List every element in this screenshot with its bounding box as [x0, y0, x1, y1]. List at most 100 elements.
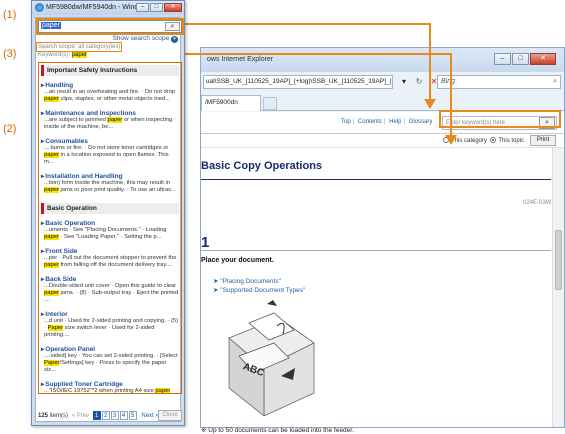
- chevron-down-icon: ▾: [171, 36, 178, 43]
- arrow-icon: ▸: [41, 381, 45, 388]
- result-item-link[interactable]: ▸Front Side: [41, 247, 179, 255]
- tab-current[interactable]: /MF5900dn: [201, 95, 261, 111]
- result-item-link[interactable]: ▸Maintenance and Inspections: [41, 109, 179, 117]
- nav-glossary-link[interactable]: Glossary: [409, 119, 433, 125]
- arrow-icon: ▸: [41, 346, 45, 353]
- print-button[interactable]: Print: [530, 135, 556, 146]
- connector-line: [450, 53, 452, 137]
- maximize-button[interactable]: □: [150, 3, 163, 12]
- prev-link[interactable]: « Prev: [72, 413, 89, 419]
- radio-this-topic[interactable]: [490, 137, 497, 143]
- result-snippet: ...per · Pull out the document stopper t…: [44, 255, 177, 268]
- arrow-icon: ▸: [41, 311, 45, 318]
- dropdown-icon[interactable]: ▾: [398, 75, 410, 88]
- nav-top-link[interactable]: Top: [341, 119, 351, 125]
- step-text: Place your document.: [201, 257, 274, 264]
- manual-page: Top | Contents | Help | Glossary Enter keyw…: [201, 112, 564, 434]
- title-rule: [201, 179, 551, 180]
- scope-value: all category(ies): [78, 44, 121, 50]
- printer-illustration: ABC: [228, 300, 315, 416]
- browser-titlebar: ows Internet Explorer – □ ✕: [201, 48, 564, 72]
- result-item: ▸Front Side ...per · Pull out the documen…: [41, 247, 179, 269]
- refresh-icon[interactable]: ↻: [413, 75, 425, 88]
- result-item: ▸Interior ...d unit · Used for 2-sided pr…: [41, 310, 179, 339]
- arrow-icon: ▸: [41, 138, 45, 145]
- result-count: 125: [38, 413, 49, 419]
- result-item: ▸Handling ...an result in an overheating …: [41, 81, 179, 103]
- result-item-link[interactable]: ▸Handling: [41, 81, 179, 89]
- result-item-link[interactable]: ▸Interior: [41, 310, 179, 318]
- close-search-button[interactable]: Close: [158, 410, 182, 421]
- search-results: Important Safety Instructions ▸Handling..…: [38, 62, 182, 394]
- search-window-titlebar: MF5980dw/MF5940dn - Windo... – □ ✕: [32, 1, 184, 15]
- arrow-icon: ▸: [41, 173, 45, 180]
- scope-prefix: Search scope:: [38, 44, 79, 50]
- nav-contents-link[interactable]: Contents: [358, 119, 382, 125]
- vertical-scrollbar[interactable]: [552, 148, 564, 427]
- search-input[interactable]: paper ⌕: [36, 18, 184, 35]
- next-link[interactable]: Next »: [141, 413, 158, 419]
- result-item-link[interactable]: ▸Operation Panel: [41, 345, 179, 353]
- page-3-button[interactable]: 3: [110, 411, 119, 420]
- link-placing-documents[interactable]: "Placing Documents": [220, 278, 281, 285]
- scope-row: This category This topic Print: [201, 134, 564, 148]
- browser-window: ows Internet Explorer – □ ✕ ual\SSB_UK_[…: [200, 47, 565, 434]
- feeder-note: ※ Up to 50 documents can be loaded into …: [201, 426, 354, 434]
- connector-line: [145, 53, 452, 55]
- tab-row: /MF5900dn: [201, 92, 564, 111]
- result-item: ▸Consumables... burns or fire. · Do not …: [41, 137, 179, 166]
- page-2-button[interactable]: 2: [101, 411, 110, 420]
- address-bar[interactable]: ual\SSB_UK_[110525_19AP]_(+log)\SSB_UK_[…: [203, 75, 393, 89]
- label-this-topic: This topic: [498, 138, 525, 144]
- page-5-button[interactable]: 5: [128, 411, 137, 420]
- result-snippet: ...-sided] key · You can set 2-sided pri…: [44, 353, 178, 373]
- connector-line: [185, 23, 431, 25]
- close-button[interactable]: ✕: [164, 3, 182, 12]
- scrollbar-thumb[interactable]: [555, 230, 562, 290]
- connector-arrowhead: [424, 99, 436, 109]
- connector-arrowhead: [445, 135, 457, 145]
- close-button[interactable]: ✕: [530, 53, 556, 65]
- search-icon: ⌕: [170, 23, 175, 30]
- bing-search-input[interactable]: Bing ⌕: [437, 75, 561, 89]
- search-query: paper: [41, 22, 61, 29]
- ie-icon: [35, 3, 44, 12]
- result-item: ▸Basic Operation ...uments · See "Placing…: [41, 219, 179, 241]
- page-4-button[interactable]: 4: [119, 411, 128, 420]
- minimize-button[interactable]: –: [494, 53, 511, 65]
- result-item: ▸Operation Panel ...-sided] key · You can…: [41, 345, 179, 374]
- pager: 125 item(s) « Prev 12345 Next » Close: [38, 410, 182, 423]
- result-item-link[interactable]: ▸Consumables: [41, 137, 179, 145]
- link-supported-document-types[interactable]: "Supported Document Types": [220, 287, 305, 294]
- step-number: 1: [201, 234, 210, 251]
- search-button[interactable]: ⌕: [165, 22, 180, 31]
- result-snippet: ...uments · See "Placing Documents." · L…: [44, 227, 167, 240]
- result-snippet: ...tion) form inside the machine, this m…: [44, 180, 176, 193]
- result-item: ▸Back Side ...Double-sided unit cover · O…: [41, 275, 179, 304]
- result-item-link[interactable]: ▸Back Side: [41, 275, 179, 283]
- browser-title: ows Internet Explorer: [207, 56, 274, 63]
- result-item-link[interactable]: ▸Installation and Handling: [41, 172, 179, 180]
- new-tab-button[interactable]: [263, 97, 277, 110]
- page-title: Basic Copy Operations: [201, 160, 323, 172]
- result-section-heading: Important Safety Instructions: [41, 65, 179, 76]
- page-1-button[interactable]: 1: [92, 411, 101, 420]
- search-icon[interactable]: ⌕: [553, 76, 557, 88]
- callout-2: (2): [3, 123, 17, 135]
- result-item-link[interactable]: ▸Supplied Toner Cartridge: [41, 380, 179, 388]
- callout-1: (1): [3, 9, 17, 21]
- search-window: MF5980dw/MF5940dn - Windo... – □ ✕ paper…: [31, 0, 185, 426]
- show-search-scope-link[interactable]: Show search scope ▾: [112, 35, 178, 43]
- search-window-title: MF5980dw/MF5940dn - Windo...: [46, 4, 148, 11]
- note-text: Up to 50 documents can be loaded into th…: [208, 427, 354, 434]
- search-scope-line: Search scope: all category(ies): [35, 42, 123, 52]
- result-item-link[interactable]: ▸Basic Operation: [41, 219, 179, 227]
- page-content: Basic Copy Operations 024E-03W 1 Place y…: [201, 160, 552, 434]
- result-item: ▸Supplied Toner Cartridge ..."ISO/IEC 197…: [41, 380, 179, 394]
- result-snippet: ...d unit · Used for 2-sided printing an…: [44, 318, 179, 338]
- maximize-button[interactable]: □: [512, 53, 529, 65]
- minimize-button[interactable]: –: [136, 3, 149, 12]
- arrow-icon: ▸: [41, 110, 45, 117]
- nav-help-link[interactable]: Help: [389, 119, 401, 125]
- result-snippet: ..."ISO/IEC 19752"*2 when printing A4 si…: [44, 388, 171, 394]
